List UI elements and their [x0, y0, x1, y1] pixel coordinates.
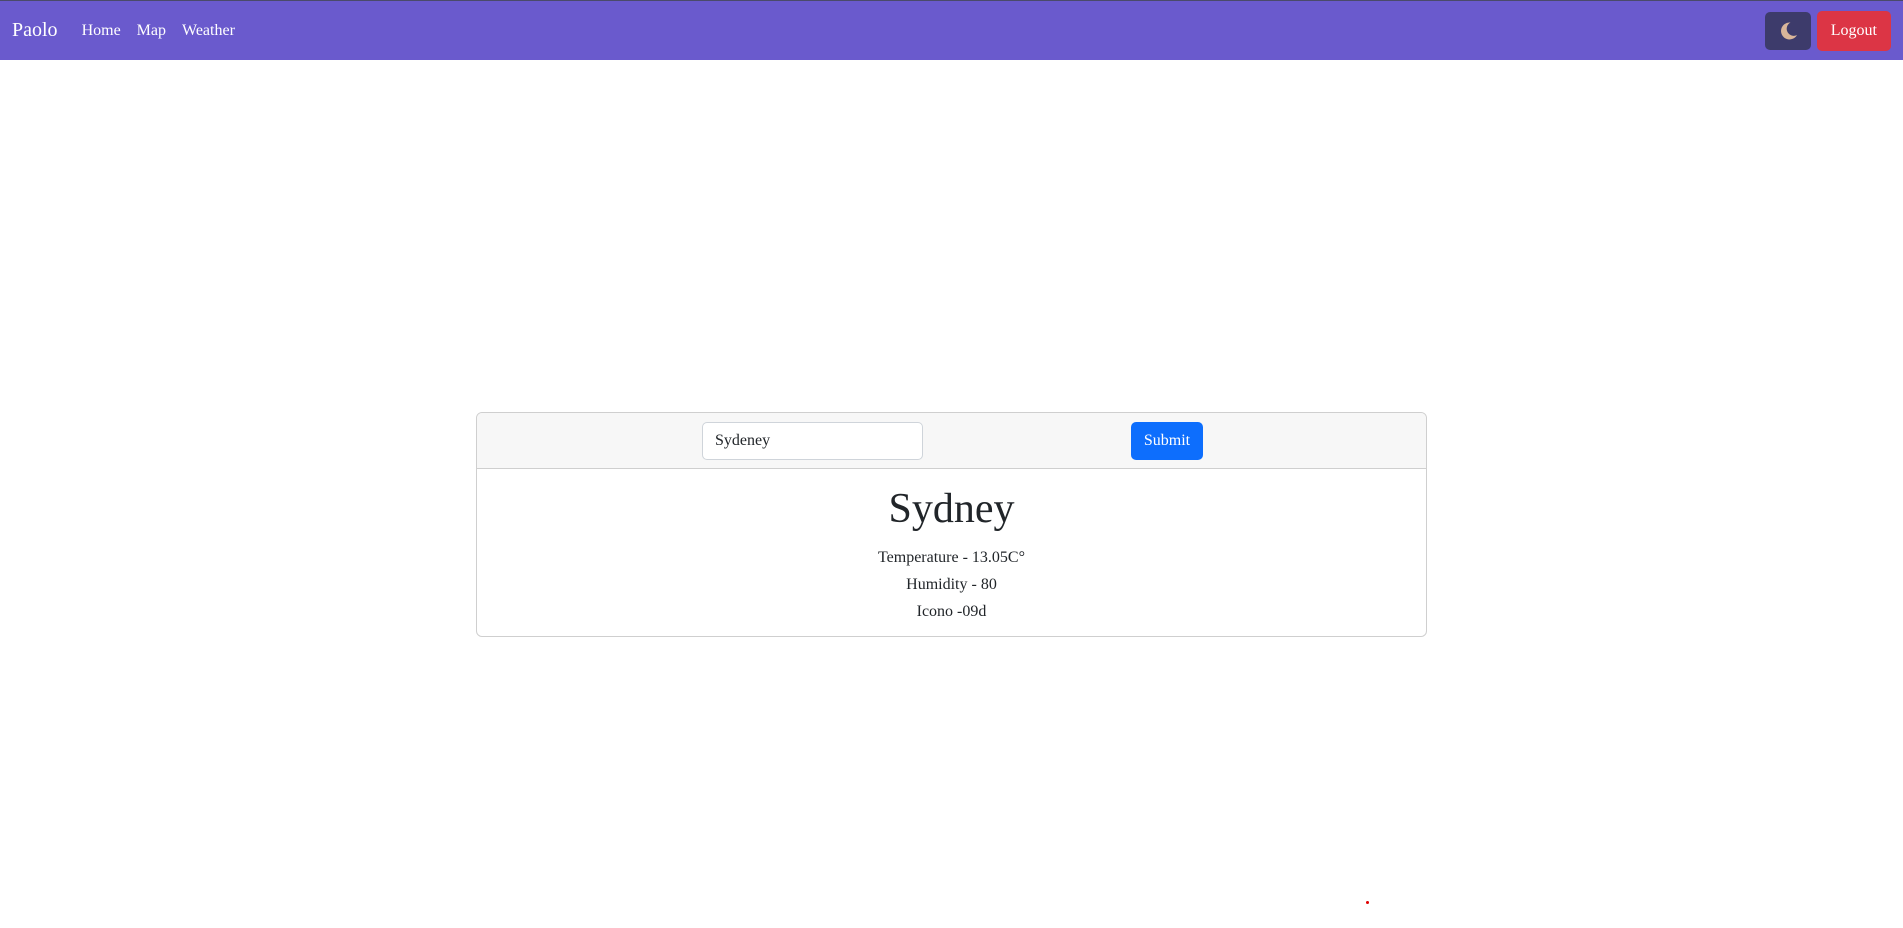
city-search-input[interactable] — [702, 422, 923, 460]
weather-results: Sydney Temperature - 13.05C° Humidity - … — [477, 469, 1426, 625]
brand-link[interactable]: Paolo — [12, 19, 58, 42]
submit-button[interactable]: Submit — [1131, 422, 1203, 460]
theme-toggle-button[interactable] — [1764, 11, 1811, 50]
cursor-dot — [1366, 901, 1369, 904]
logout-button[interactable]: Logout — [1816, 10, 1891, 51]
moon-icon — [1780, 21, 1797, 39]
search-bar: Submit — [477, 413, 1426, 469]
humidity-text: Humidity - 80 — [906, 576, 997, 593]
temperature-text: Temperature - 13.05C° — [877, 549, 1025, 566]
nav-actions: Logout — [1764, 10, 1891, 51]
weather-icon-code: Icono -09d — [916, 603, 987, 620]
city-name: Sydney — [888, 486, 1015, 532]
nav-links: Home Map Weather — [82, 22, 251, 40]
navbar: Paolo Home Map Weather Logout — [0, 0, 1903, 60]
nav-link-weather[interactable]: Weather — [182, 22, 235, 40]
nav-link-map[interactable]: Map — [137, 22, 166, 40]
weather-card: Submit Sydney Temperature - 13.05C° Humi… — [476, 412, 1427, 637]
nav-link-home[interactable]: Home — [82, 22, 121, 40]
